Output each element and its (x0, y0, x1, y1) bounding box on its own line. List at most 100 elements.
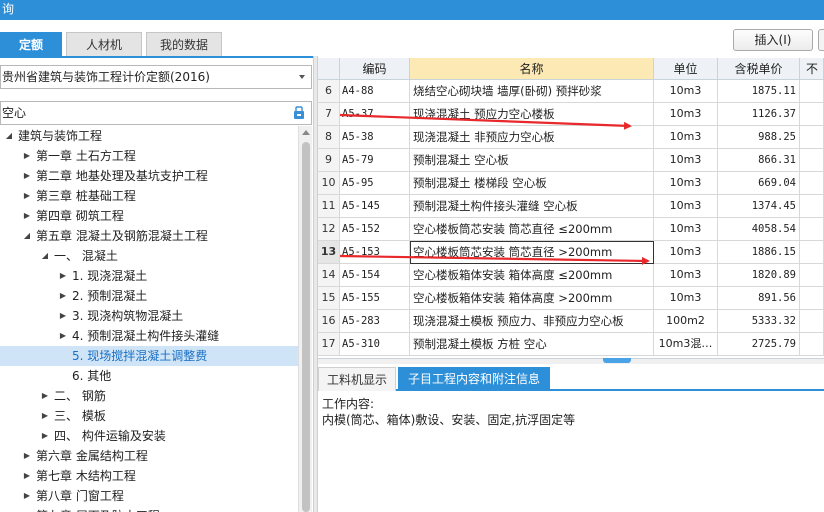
expand-right-icon[interactable]: ▶ (22, 146, 32, 166)
expand-right-icon[interactable]: ▶ (40, 426, 50, 446)
cell-name[interactable]: 预制混凝土 空心板 (410, 149, 654, 172)
replace-button[interactable] (818, 29, 824, 51)
cell-extra[interactable] (800, 103, 824, 126)
table-row[interactable]: 13 A5-153 空心楼板筒芯安装 筒芯直径 >200mm 10m3 1886.15 (318, 241, 824, 264)
cell-price[interactable]: 4058.54 (718, 218, 800, 241)
cell-name[interactable]: 空心楼板筒芯安装 筒芯直径 ≤200mm (410, 218, 654, 241)
cell-price[interactable]: 1126.37 (718, 103, 800, 126)
cell-unit[interactable]: 10m3 (654, 103, 718, 126)
cell-extra[interactable] (800, 218, 824, 241)
tree-item[interactable]: ▶ 第四章 砌筑工程 (0, 206, 298, 226)
search-filter-icon[interactable] (292, 106, 306, 120)
cell-unit[interactable]: 10m3 (654, 287, 718, 310)
expand-right-icon[interactable]: ▶ (22, 486, 32, 506)
cell-code[interactable]: A5-38 (340, 126, 410, 149)
cell-unit[interactable]: 10m3 (654, 264, 718, 287)
cell-code[interactable]: A5-283 (340, 310, 410, 333)
insert-button[interactable]: 插入(I) (733, 29, 813, 51)
cell-name[interactable]: 烧结空心砌块墙 墙厚(卧砌) 预拌砂浆 (410, 80, 654, 103)
cell-price[interactable]: 669.04 (718, 172, 800, 195)
cell-unit[interactable]: 10m3 (654, 149, 718, 172)
tab-quota[interactable]: 定额 (0, 32, 62, 56)
expand-right-icon[interactable]: ▶ (40, 386, 50, 406)
bottom-pane-splitter[interactable] (318, 358, 824, 364)
cell-unit[interactable]: 10m3 (654, 172, 718, 195)
cell-unit[interactable]: 10m3 (654, 126, 718, 149)
cell-extra[interactable] (800, 264, 824, 287)
table-row[interactable]: 14 A5-154 空心楼板箱体安装 箱体高度 ≤200mm 10m3 1820.89 (318, 264, 824, 287)
table-row[interactable]: 7 A5-37 现浇混凝土 预应力空心楼板 10m3 1126.37 (318, 103, 824, 126)
expand-right-icon[interactable]: ▶ (22, 446, 32, 466)
cell-extra[interactable] (800, 80, 824, 103)
table-row[interactable]: 10 A5-95 预制混凝土 楼梯段 空心板 10m3 669.04 (318, 172, 824, 195)
tree-item[interactable]: ▶ 第六章 金属结构工程 (0, 446, 298, 466)
search-input[interactable]: 空心 (0, 101, 312, 125)
tab-material-display[interactable]: 工料机显示 (318, 367, 396, 391)
cell-code[interactable]: A5-79 (340, 149, 410, 172)
tree-item[interactable]: ▶ 第二章 地基处理及基坑支护工程 (0, 166, 298, 186)
tree-item[interactable]: ▶ 2. 预制混凝土 (0, 286, 298, 306)
cell-code[interactable]: A5-154 (340, 264, 410, 287)
cell-price[interactable]: 988.25 (718, 126, 800, 149)
cell-extra[interactable] (800, 333, 824, 356)
tree-item[interactable]: ◢ 建筑与装饰工程 (0, 126, 298, 146)
cell-price[interactable]: 1820.89 (718, 264, 800, 287)
cell-code[interactable]: A5-152 (340, 218, 410, 241)
column-header-code[interactable]: 编码 (340, 58, 410, 80)
cell-name[interactable]: 预制混凝土构件接头灌缝 空心板 (410, 195, 654, 218)
cell-code[interactable]: A5-310 (340, 333, 410, 356)
table-row[interactable]: 16 A5-283 现浇混凝土模板 预应力、非预应力空心板 100m2 5333.32 (318, 310, 824, 333)
column-header-unit[interactable]: 单位 (654, 58, 718, 80)
expand-right-icon[interactable]: ▶ (22, 166, 32, 186)
cell-name[interactable]: 现浇混凝土 预应力空心楼板 (410, 103, 654, 126)
expand-down-icon[interactable]: ◢ (22, 226, 32, 246)
column-header-extra[interactable]: 不 (800, 58, 824, 80)
expand-right-icon[interactable]: ▶ (58, 326, 68, 346)
cell-extra[interactable] (800, 172, 824, 195)
cell-name[interactable]: 空心楼板箱体安装 箱体高度 >200mm (410, 287, 654, 310)
table-row[interactable]: 6 A4-88 烧结空心砌块墙 墙厚(卧砌) 预拌砂浆 10m3 1875.11 (318, 80, 824, 103)
tree-item[interactable]: ▶ 第九章 屋面及防水工程 (0, 506, 298, 512)
cell-extra[interactable] (800, 310, 824, 333)
cell-price[interactable]: 5333.32 (718, 310, 800, 333)
cell-extra[interactable] (800, 126, 824, 149)
cell-name[interactable]: 空心楼板筒芯安装 筒芯直径 >200mm (410, 241, 654, 264)
column-header-price[interactable]: 含税单价 (718, 58, 800, 80)
cell-extra[interactable] (800, 149, 824, 172)
cell-code[interactable]: A5-95 (340, 172, 410, 195)
expand-right-icon[interactable]: ▶ (22, 206, 32, 226)
tree-item[interactable]: ▶ 第七章 木结构工程 (0, 466, 298, 486)
cell-price[interactable]: 891.56 (718, 287, 800, 310)
table-row[interactable]: 8 A5-38 现浇混凝土 非预应力空心板 10m3 988.25 (318, 126, 824, 149)
tree-item[interactable]: ▶ 4. 预制混凝土构件接头灌缝 (0, 326, 298, 346)
cell-extra[interactable] (800, 287, 824, 310)
cell-extra[interactable] (800, 241, 824, 264)
table-row[interactable]: 15 A5-155 空心楼板箱体安装 箱体高度 >200mm 10m3 891.56 (318, 287, 824, 310)
tree-item[interactable]: ▶ 二、 钢筋 (0, 386, 298, 406)
expand-right-icon[interactable]: ▶ (22, 186, 32, 206)
expand-down-icon[interactable]: ◢ (4, 126, 14, 146)
expand-right-icon[interactable]: ▶ (22, 466, 32, 486)
cell-unit[interactable]: 10m3 (654, 195, 718, 218)
cell-price[interactable]: 866.31 (718, 149, 800, 172)
tab-materials[interactable]: 人材机 (66, 32, 142, 56)
tree-item[interactable]: ◢ 一、 混凝土 (0, 246, 298, 266)
quota-library-select[interactable]: 贵州省建筑与装饰工程计价定额(2016) (0, 65, 312, 89)
tab-work-content[interactable]: 子目工程内容和附注信息 (398, 367, 550, 391)
tree-item[interactable]: ▶ 3. 现浇构筑物混凝土 (0, 306, 298, 326)
cell-price[interactable]: 1886.15 (718, 241, 800, 264)
cell-code[interactable]: A5-153 (340, 241, 410, 264)
tree-item[interactable]: ▶ 第三章 桩基础工程 (0, 186, 298, 206)
cell-price[interactable]: 2725.79 (718, 333, 800, 356)
expand-right-icon[interactable]: ▶ (40, 406, 50, 426)
cell-price[interactable]: 1374.45 (718, 195, 800, 218)
cell-name[interactable]: 现浇混凝土模板 预应力、非预应力空心板 (410, 310, 654, 333)
cell-extra[interactable] (800, 195, 824, 218)
cell-unit[interactable]: 100m2 (654, 310, 718, 333)
cell-name[interactable]: 空心楼板箱体安装 箱体高度 ≤200mm (410, 264, 654, 287)
table-row[interactable]: 9 A5-79 预制混凝土 空心板 10m3 866.31 (318, 149, 824, 172)
splitter-grip-icon[interactable] (603, 358, 631, 363)
cell-name[interactable]: 预制混凝土模板 方桩 空心 (410, 333, 654, 356)
cell-code[interactable]: A5-145 (340, 195, 410, 218)
tree-item[interactable]: ◢ 第五章 混凝土及钢筋混凝土工程 (0, 226, 298, 246)
